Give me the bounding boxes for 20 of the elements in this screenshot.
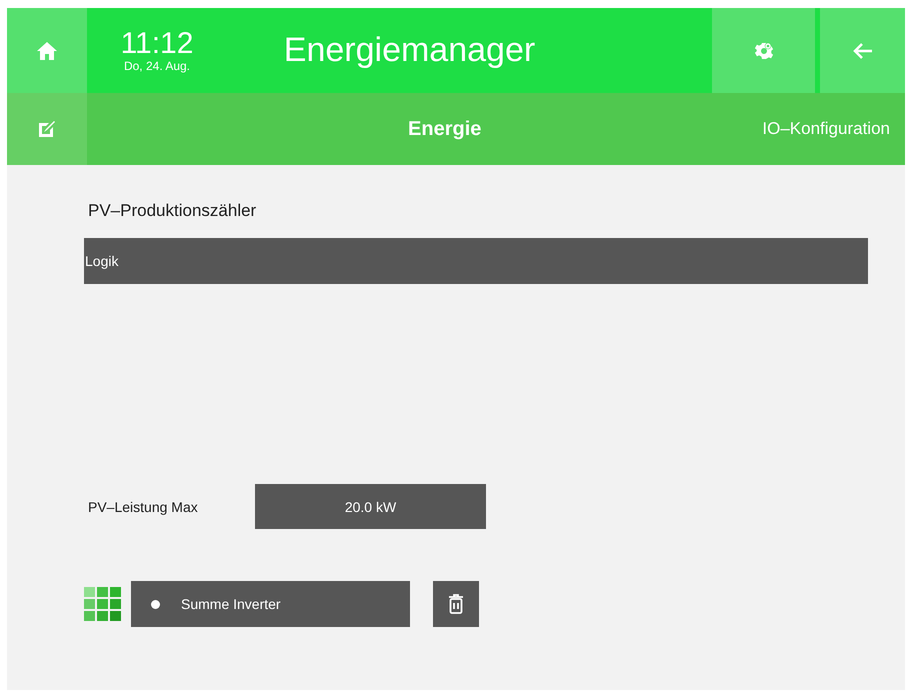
delete-button[interactable] <box>433 581 479 627</box>
edit-icon <box>38 120 56 138</box>
home-icon <box>36 40 58 60</box>
logic-bar[interactable]: Logik <box>84 238 868 284</box>
back-button[interactable] <box>820 8 905 93</box>
field-label: PV–Leistung Max <box>88 498 199 514</box>
source-field[interactable]: Summe Inverter <box>131 581 410 627</box>
page-title: Energie <box>408 118 482 140</box>
clock-date: Do, 24. Aug. <box>124 58 190 72</box>
app-title: Energiemanager <box>284 31 536 70</box>
trash-icon <box>448 594 464 614</box>
home-button[interactable] <box>7 8 87 93</box>
solar-panel-icon <box>84 586 122 622</box>
settings-button[interactable] <box>712 8 815 93</box>
back-icon <box>852 42 872 60</box>
section-title: PV–Produktionszähler <box>88 201 258 221</box>
power-value-field[interactable]: 20.0 kW <box>255 484 486 529</box>
settings-icon <box>754 40 774 60</box>
clock-time: 11:12 <box>120 28 194 58</box>
edit-button[interactable] <box>7 93 87 165</box>
